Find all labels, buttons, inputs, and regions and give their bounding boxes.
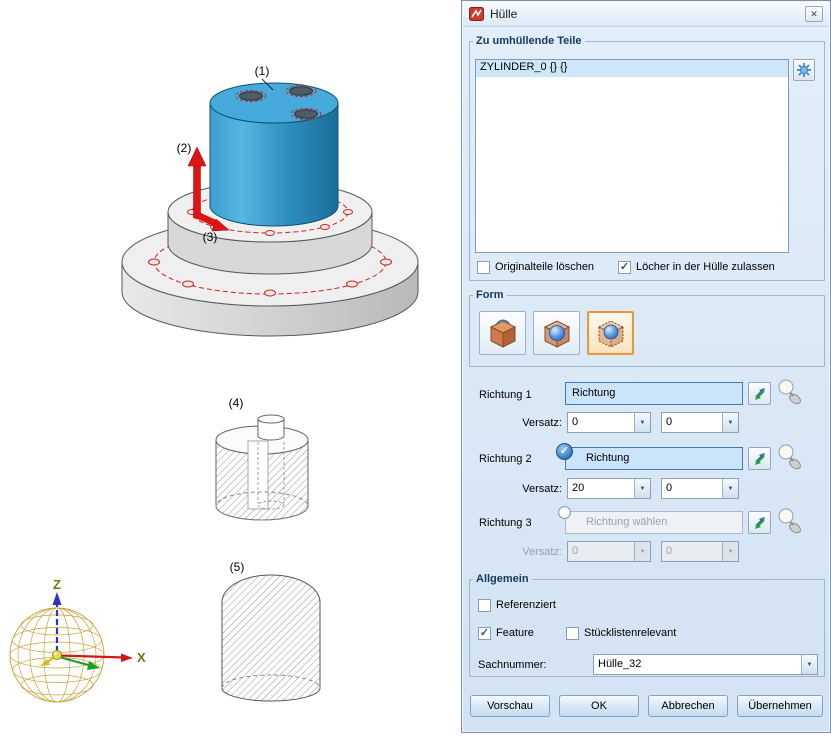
richtung3-input[interactable]: Richtung wählen bbox=[565, 511, 743, 534]
feature-label: Feature bbox=[496, 627, 534, 639]
combo-value: 0 bbox=[572, 416, 578, 428]
ball-lever-icon bbox=[774, 378, 806, 406]
richtung3-pending-indicator bbox=[558, 506, 571, 519]
richtung1-label: Richtung 1 bbox=[479, 389, 532, 401]
versatz3-offset2-combo: 0 ▼ bbox=[661, 541, 739, 562]
z-axis-label: Z bbox=[53, 577, 61, 592]
abbrechen-button[interactable]: Abbrechen bbox=[648, 695, 728, 717]
delete-originals-checkbox[interactable] bbox=[477, 261, 490, 274]
z-axis-arrow[interactable] bbox=[53, 592, 62, 652]
versatz2-offset1-combo[interactable]: 20 ▼ bbox=[567, 478, 651, 499]
delete-originals-label: Originalteile löschen bbox=[495, 261, 594, 273]
close-icon[interactable]: ✕ bbox=[805, 6, 823, 22]
form-group-label: Form bbox=[473, 289, 507, 301]
richtung2-input[interactable]: Richtung bbox=[565, 447, 743, 470]
sachnummer-label: Sachnummer: bbox=[478, 659, 546, 671]
dropdown-arrow-icon[interactable]: ▼ bbox=[722, 413, 738, 432]
dropdown-arrow-icon: ▼ bbox=[634, 542, 650, 561]
allow-holes-checkbox[interactable]: ✓ bbox=[618, 261, 631, 274]
stuecklistenrelevant-checkbox[interactable] bbox=[566, 627, 579, 640]
dropdown-arrow-icon[interactable]: ▼ bbox=[634, 413, 650, 432]
versatz3-label: Versatz: bbox=[502, 546, 562, 558]
stuecklistenrelevant-label: Stücklistenrelevant bbox=[584, 627, 676, 639]
application-window: (1) (2) (3) (4) bbox=[0, 0, 831, 733]
envelope-preview-4: (4) bbox=[216, 396, 308, 520]
richtung2-flip-button[interactable] bbox=[748, 447, 771, 470]
app-icon bbox=[469, 7, 484, 21]
ok-button[interactable]: OK bbox=[559, 695, 639, 717]
richtung1-handle[interactable] bbox=[774, 378, 806, 406]
flip-arrows-icon bbox=[751, 385, 769, 403]
versatz2-label: Versatz: bbox=[502, 483, 562, 495]
form-option-hull-button[interactable] bbox=[587, 311, 634, 355]
referenziert-checkbox[interactable] bbox=[478, 599, 491, 612]
dropdown-arrow-icon[interactable]: ▼ bbox=[722, 479, 738, 498]
combo-value: Hülle_32 bbox=[598, 658, 641, 670]
orientation-sphere[interactable]: Z X bbox=[10, 577, 146, 702]
allow-holes-label: Löcher in der Hülle zulassen bbox=[636, 261, 775, 273]
cube-sphere-hull-icon bbox=[594, 317, 628, 349]
richtung3-flip-button[interactable] bbox=[748, 511, 771, 534]
envelope-preview-5: (5) bbox=[222, 560, 320, 701]
cylinder-top bbox=[210, 83, 338, 123]
richtung2-label: Richtung 2 bbox=[479, 453, 532, 465]
combo-value: 0 bbox=[666, 416, 672, 428]
callout-2: (2) bbox=[177, 141, 192, 155]
combo-value: 0 bbox=[572, 545, 578, 557]
vorschau-button[interactable]: Vorschau bbox=[470, 695, 550, 717]
richtung2-handle[interactable] bbox=[774, 443, 806, 471]
allgemein-group-label: Allgemein bbox=[473, 573, 532, 585]
richtung3-label: Richtung 3 bbox=[479, 517, 532, 529]
versatz1-label: Versatz: bbox=[502, 417, 562, 429]
richtung1-input[interactable]: Richtung bbox=[565, 382, 743, 405]
dropdown-arrow-icon[interactable]: ▼ bbox=[634, 479, 650, 498]
viewport-canvas[interactable]: (1) (2) (3) (4) bbox=[0, 0, 461, 733]
combo-value: 0 bbox=[666, 545, 672, 557]
form-option-sphere-button[interactable] bbox=[533, 311, 580, 355]
3d-viewport[interactable]: (1) (2) (3) (4) bbox=[0, 0, 461, 733]
parts-group-label: Zu umhüllende Teile bbox=[473, 35, 585, 47]
combo-value: 0 bbox=[666, 482, 672, 494]
richtung3-handle[interactable] bbox=[774, 507, 806, 535]
parts-listbox[interactable]: ZYLINDER_0 {} {} bbox=[475, 59, 789, 253]
versatz1-offset2-combo[interactable]: 0 ▼ bbox=[661, 412, 739, 433]
ball-lever-icon bbox=[774, 507, 806, 535]
cube-sphere-visible-icon bbox=[540, 317, 574, 349]
versatz2-offset2-combo[interactable]: 0 ▼ bbox=[661, 478, 739, 499]
versatz3-offset1-combo: 0 ▼ bbox=[567, 541, 651, 562]
callout-3: (3) bbox=[203, 230, 218, 244]
callout-4: (4) bbox=[229, 396, 244, 410]
dialog-title: Hülle bbox=[490, 7, 517, 21]
sachnummer-combo[interactable]: Hülle_32 ▼ bbox=[593, 654, 818, 675]
dropdown-arrow-icon: ▼ bbox=[722, 542, 738, 561]
callout-1: (1) bbox=[255, 64, 270, 78]
referenziert-label: Referenziert bbox=[496, 599, 556, 611]
richtung2-done-indicator: ✓ bbox=[556, 443, 573, 460]
dropdown-arrow-icon[interactable]: ▼ bbox=[801, 655, 817, 674]
form-option-box-button[interactable] bbox=[479, 311, 526, 355]
x-axis-label: X bbox=[137, 650, 146, 665]
callout-5: (5) bbox=[230, 560, 245, 574]
combo-value: 20 bbox=[572, 482, 584, 494]
cube-sphere-icon bbox=[486, 317, 520, 349]
richtung1-flip-button[interactable] bbox=[748, 382, 771, 405]
flip-arrows-icon bbox=[751, 450, 769, 468]
huelle-dialog: Hülle ✕ Zu umhüllende Teile ZYLINDER_0 {… bbox=[461, 0, 831, 733]
uebernehmen-button[interactable]: Übernehmen bbox=[737, 695, 823, 717]
gear-icon bbox=[796, 62, 812, 78]
feature-checkbox[interactable]: ✓ bbox=[478, 627, 491, 640]
flip-arrows-icon bbox=[751, 514, 769, 532]
select-parts-button[interactable] bbox=[793, 59, 815, 81]
dialog-titlebar[interactable]: Hülle ✕ bbox=[463, 2, 829, 27]
ball-lever-icon bbox=[774, 443, 806, 471]
versatz1-offset1-combo[interactable]: 0 ▼ bbox=[567, 412, 651, 433]
model-assembly[interactable]: (1) (2) (3) bbox=[122, 64, 418, 336]
list-item[interactable]: ZYLINDER_0 {} {} bbox=[476, 60, 788, 77]
